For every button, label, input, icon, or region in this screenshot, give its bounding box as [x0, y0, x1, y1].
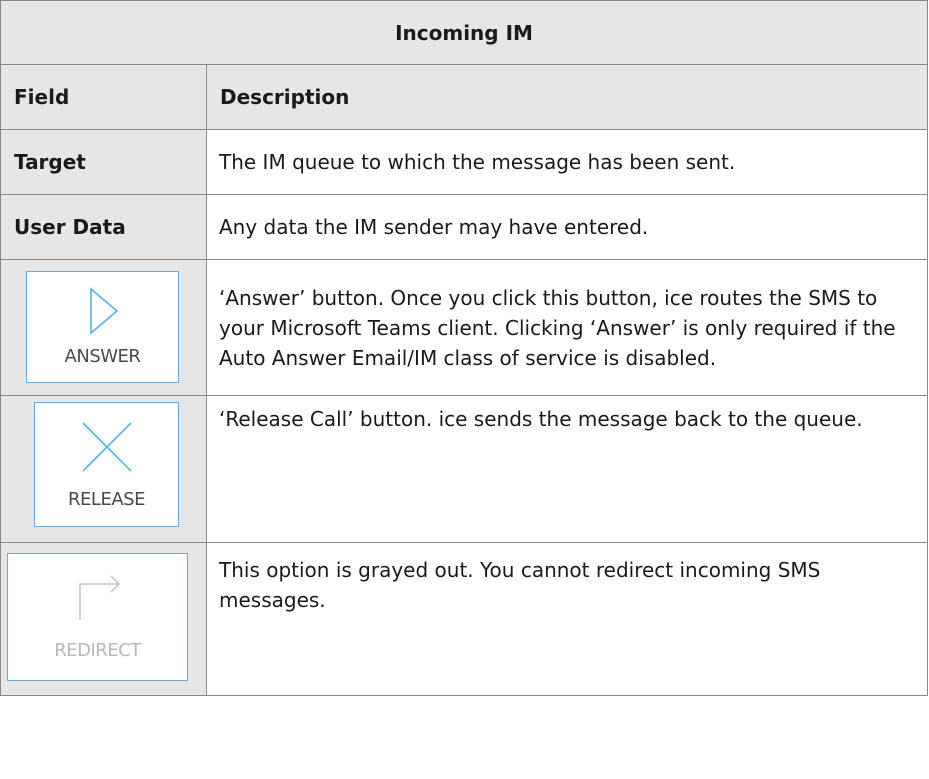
description-redirect: This option is grayed out. You cannot re…: [206, 542, 928, 696]
release-button[interactable]: RELEASE: [34, 402, 179, 527]
answer-button-label: ANSWER: [64, 346, 141, 367]
field-target: Target: [0, 129, 207, 195]
redirect-arrow-icon: [78, 575, 120, 620]
table-row: RELEASE ‘Release Call’ button. ice sends…: [0, 395, 928, 543]
table-row: User Data Any data the IM sender may hav…: [0, 194, 928, 260]
incoming-im-table: Incoming IM Field Description Target The…: [0, 0, 928, 696]
description-release: ‘Release Call’ button. ice sends the mes…: [206, 395, 928, 543]
table-title: Incoming IM: [0, 0, 928, 65]
release-button-label: RELEASE: [68, 489, 145, 510]
redirect-icon-cell: REDIRECT: [0, 542, 207, 696]
answer-button[interactable]: ANSWER: [26, 271, 179, 383]
table-row: ANSWER ‘Answer’ button. Once you click t…: [0, 259, 928, 396]
header-field: Field: [0, 64, 207, 130]
field-user-data: User Data: [0, 194, 207, 260]
release-icon-cell: RELEASE: [0, 395, 207, 543]
answer-icon-cell: ANSWER: [0, 259, 207, 396]
table-title-row: Incoming IM: [0, 0, 928, 65]
description-answer: ‘Answer’ button. Once you click this but…: [206, 259, 928, 396]
table-row: Target The IM queue to which the message…: [0, 129, 928, 195]
description-target: The IM queue to which the message has be…: [206, 129, 928, 195]
play-icon: [89, 287, 118, 335]
description-user-data: Any data the IM sender may have entered.: [206, 194, 928, 260]
header-description: Description: [206, 64, 928, 130]
redirect-button: REDIRECT: [7, 553, 188, 681]
table-row: REDIRECT This option is grayed out. You …: [0, 542, 928, 696]
table-header-row: Field Description: [0, 64, 928, 130]
redirect-button-label: REDIRECT: [54, 640, 141, 661]
close-icon: [81, 422, 132, 472]
